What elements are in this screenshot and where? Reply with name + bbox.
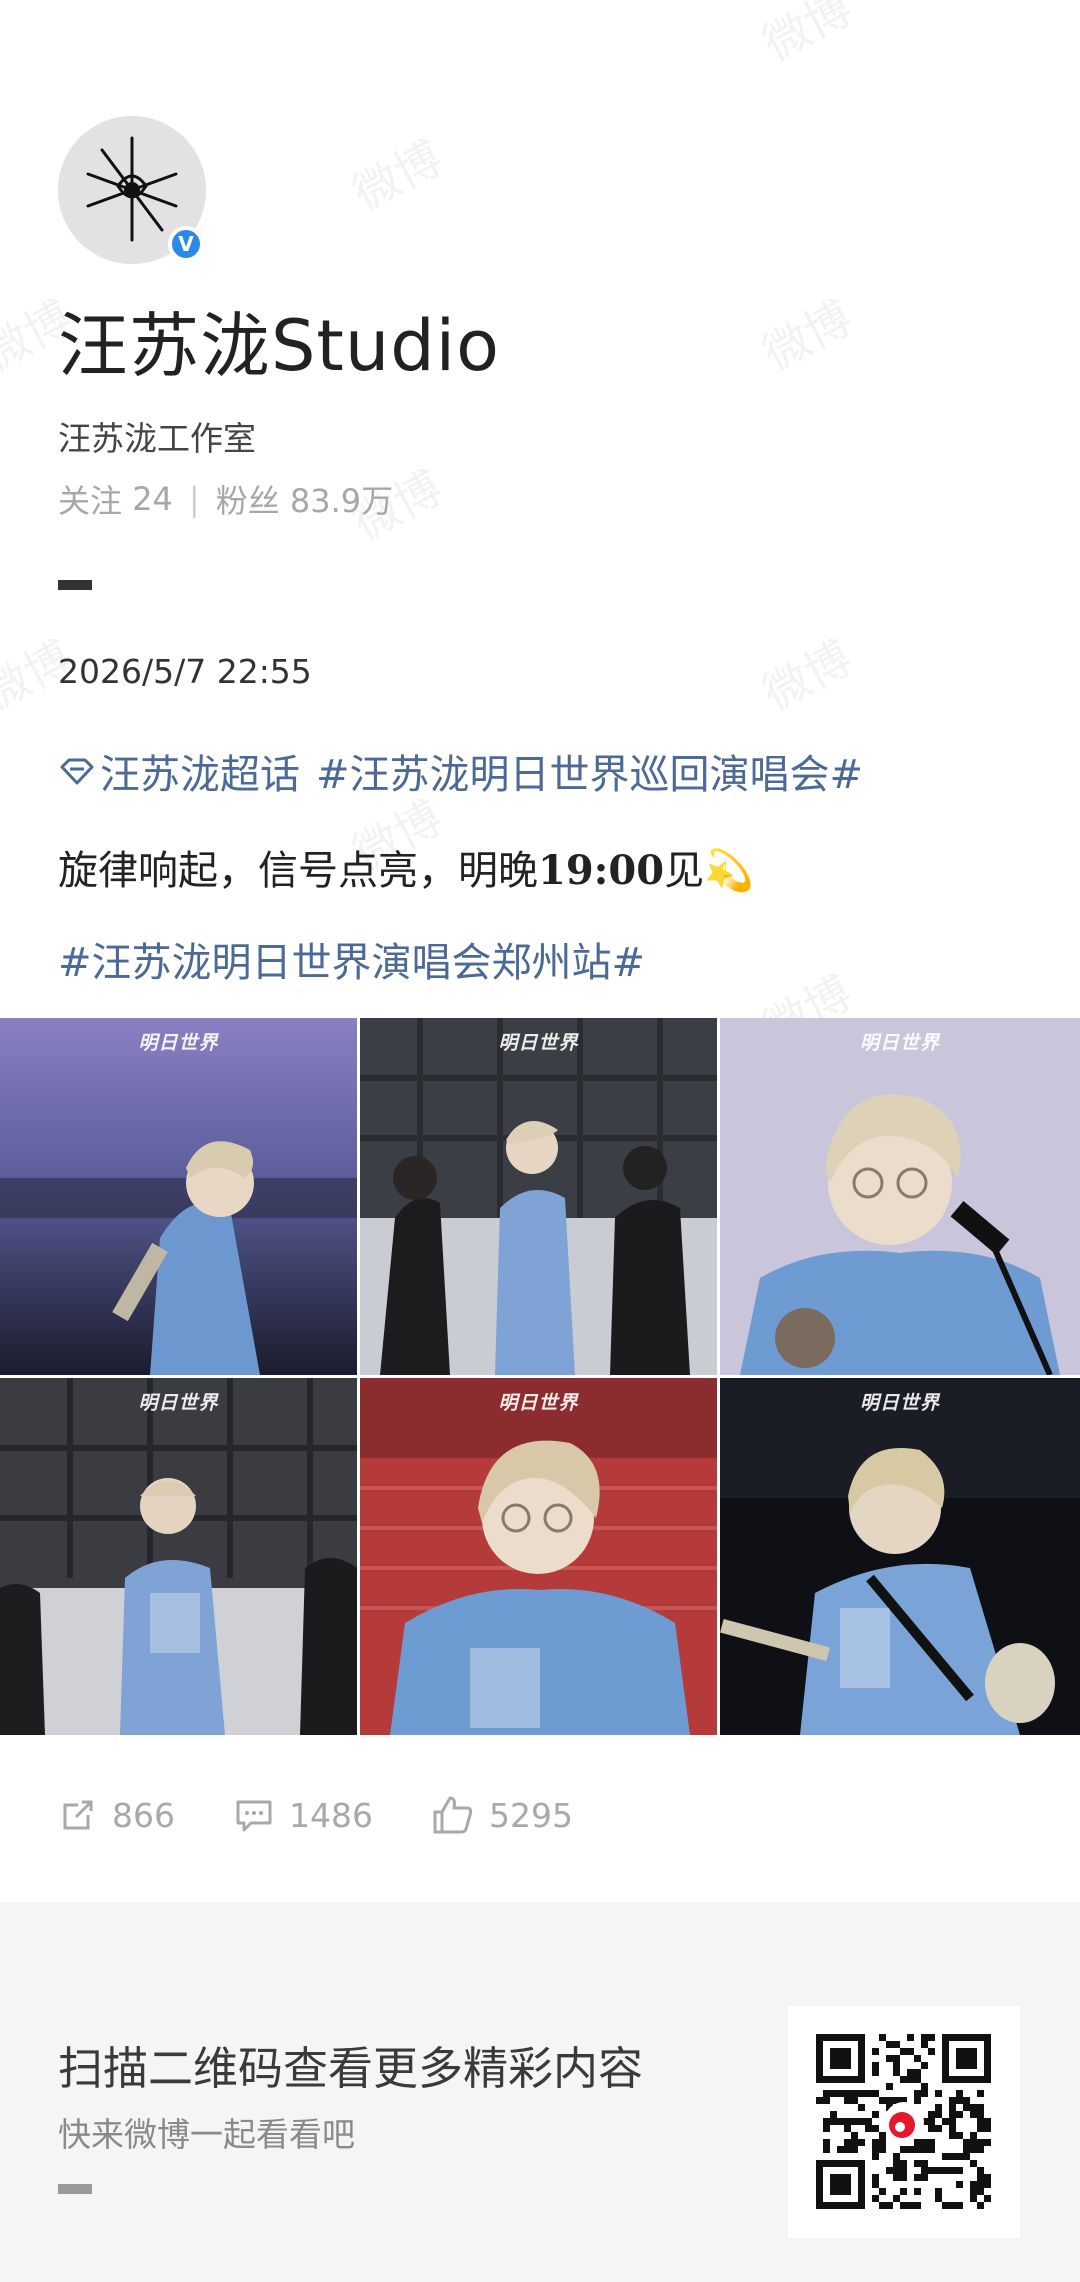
post-photo[interactable]: 明日世界 [720,1018,1080,1375]
comment-icon [236,1800,272,1832]
watermark: 微博 [754,290,861,382]
post-photo[interactable]: 明日世界 [360,1378,717,1735]
post-photo[interactable]: 明日世界 [0,1018,357,1375]
following-count[interactable]: 24 [132,480,173,518]
post-actions: 866 1486 5295 [58,1794,631,1836]
photo-caption: 明日世界 [138,1392,219,1414]
divider-mark [58,2184,92,2194]
repost-button[interactable]: 866 [58,1795,175,1835]
account-description: 汪苏泷工作室 [58,419,256,458]
hashtag-link[interactable]: #汪苏泷明日世界演唱会郑州站# [58,930,645,988]
watermark: 微博 [344,130,451,222]
diamond-topic-icon [60,758,94,785]
account-name[interactable]: 汪苏泷Studio [58,290,500,391]
followers-label[interactable]: 粉丝 [216,476,280,522]
photo-caption: 明日世界 [498,1032,579,1054]
footer-subtitle: 快来微博一起看看吧 [58,2115,355,2154]
like-icon [433,1796,473,1834]
photo-caption: 明日世界 [859,1032,940,1054]
topic-link[interactable]: 汪苏泷超话 [100,742,300,800]
repost-icon [63,1800,93,1830]
post-text: 旋律响起，信号点亮，明晚19:00见💫 [58,838,754,896]
comment-count: 1486 [289,1795,373,1835]
share-footer: 扫描二维码查看更多精彩内容 快来微博一起看看吧 [0,1902,1080,2282]
comment-button[interactable]: 1486 [233,1795,373,1835]
post-date: 2026/5/7 22:55 [58,652,312,691]
following-label[interactable]: 关注 [58,476,122,522]
divider-mark [58,580,92,590]
photo-grid: 明日世界 明日世界 明日世界 明日世界 明日世界 明日世界 [0,1018,1080,1738]
qr-code-icon [788,2006,1020,2238]
post-photo[interactable]: 明日世界 [0,1378,357,1735]
footer-title: 扫描二维码查看更多精彩内容 [58,2042,644,2095]
watermark: 微博 [754,0,861,72]
watermark: 微博 [754,630,861,722]
like-button[interactable]: 5295 [431,1794,573,1836]
account-stats: 关注 24 | 粉丝 83.9万 [58,476,393,522]
repost-count: 866 [112,1795,175,1835]
sparkle-emoji: 💫 [704,848,754,894]
qr-code[interactable] [788,2006,1020,2238]
photo-caption: 明日世界 [498,1392,579,1414]
post-text-main: 旋律响起，信号点亮，明晚 [58,848,538,894]
verified-icon: V [168,226,204,262]
post-photo[interactable]: 明日世界 [720,1378,1080,1735]
post-topic-line: 汪苏泷超话 #汪苏泷明日世界巡回演唱会# [58,742,863,800]
photo-caption: 明日世界 [138,1032,219,1054]
post-photo[interactable]: 明日世界 [360,1018,717,1375]
followers-count[interactable]: 83.9万 [290,476,393,522]
post-text-time: 19:00 [538,847,665,894]
hashtag-link[interactable]: #汪苏泷明日世界巡回演唱会# [316,742,863,800]
stats-divider: | [188,480,200,518]
post-text-end: 见 [664,848,705,894]
photo-caption: 明日世界 [859,1392,940,1414]
like-count: 5295 [488,1795,573,1835]
